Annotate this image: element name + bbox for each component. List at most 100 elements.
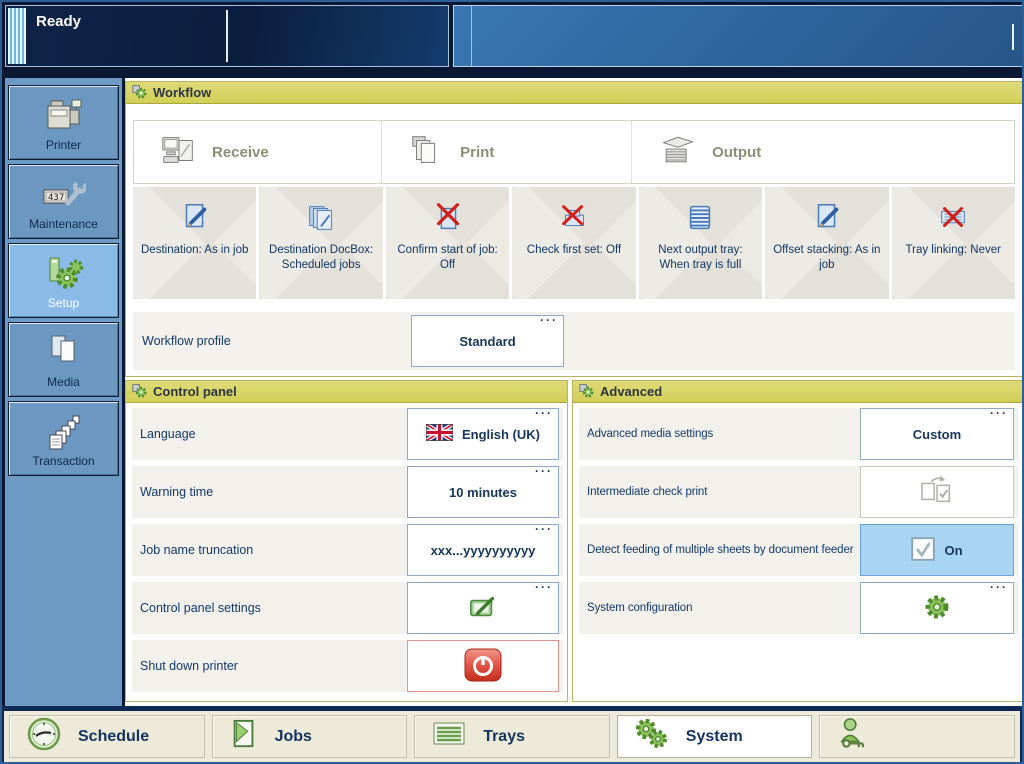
tab-jobs[interactable]: Jobs: [212, 715, 408, 758]
trays-icon: [431, 720, 467, 753]
phase-receive: Receive: [134, 121, 382, 183]
message-panel: [453, 5, 1023, 67]
workflow-setting-label: Destination DocBox: Scheduled jobs: [259, 243, 382, 273]
ellipsis-icon: ···: [535, 522, 553, 536]
status-panel: Ready: [5, 5, 449, 67]
tab-trays[interactable]: Trays: [414, 715, 610, 758]
workflow-setting-check-first-set[interactable]: Check first set: Off: [512, 187, 635, 299]
warning-time-row: Warning time ··· 10 minutes: [132, 466, 563, 518]
warning-time-button[interactable]: ··· 10 minutes: [407, 466, 559, 518]
sidebar-item-setup[interactable]: Setup: [8, 243, 119, 318]
section-gear-icon: [132, 383, 147, 401]
tab-schedule[interactable]: Schedule: [9, 715, 205, 758]
tab-label: Schedule: [78, 728, 149, 746]
system-configuration-button[interactable]: ···: [860, 582, 1014, 634]
system-gears-icon: [634, 718, 670, 755]
activity-stripes-indicator: [8, 8, 26, 64]
workflow-profile-button[interactable]: ··· Standard: [411, 315, 564, 367]
workflow-setting-tray-linking[interactable]: Tray linking: Never: [892, 187, 1015, 299]
advanced-media-settings-button[interactable]: ··· Custom: [860, 408, 1014, 460]
ellipsis-icon: ···: [535, 406, 553, 420]
documents-stack-icon: [303, 201, 339, 237]
workflow-phase-header: Receive Print: [133, 120, 1015, 184]
advanced-media-settings-row: Advanced media settings ··· Custom: [579, 408, 1018, 460]
output-icon: [658, 132, 698, 173]
workflow-setting-label: Check first set: Off: [512, 243, 635, 258]
transaction-sheets-icon: [9, 412, 118, 457]
ellipsis-icon: ···: [535, 464, 553, 478]
sidebar-item-label: Printer: [9, 138, 118, 152]
phase-print: Print: [382, 121, 632, 183]
phase-output: Output: [632, 121, 1014, 183]
tray-crossed-icon: [935, 201, 971, 237]
workflow-setting-label: Tray linking: Never: [892, 243, 1015, 258]
document-edit-icon: [809, 201, 845, 237]
phase-label: Print: [460, 144, 494, 161]
main-content: Workflow: [125, 78, 1023, 706]
sidebar: Printer 437 Maintenance: [5, 78, 122, 706]
language-value: English (UK): [462, 427, 540, 442]
section-title: Control panel: [153, 384, 237, 399]
tab-bar: Schedule Jobs Trays: [2, 706, 1022, 764]
workflow-setting-label: Next output tray: When tray is full: [639, 243, 762, 273]
detect-multiple-sheets-value: On: [944, 543, 962, 558]
detect-multiple-sheets-toggle[interactable]: On: [860, 524, 1014, 576]
workflow-setting-label: Confirm start of job: Off: [386, 243, 509, 273]
printer-setup-screen: Ready Printer: [0, 0, 1024, 764]
counter-wrench-icon: 437: [9, 175, 118, 220]
workflow-section: Workflow: [125, 81, 1023, 377]
workflow-setting-confirm-start[interactable]: Confirm start of job: Off: [386, 187, 509, 299]
job-name-truncation-label: Job name truncation: [132, 543, 253, 557]
sidebar-item-printer[interactable]: Printer: [8, 85, 119, 160]
ellipsis-icon: ···: [990, 580, 1008, 594]
workflow-setting-next-output-tray[interactable]: Next output tray: When tray is full: [639, 187, 762, 299]
control-panel-settings-label: Control panel settings: [132, 601, 261, 615]
media-sheets-icon: [9, 333, 118, 374]
status-panel-divider: [226, 10, 228, 62]
language-button[interactable]: ···: [407, 408, 559, 460]
tab-label: System: [686, 728, 743, 746]
job-name-truncation-button[interactable]: ··· xxx...yyyyyyyyyy: [407, 524, 559, 576]
workflow-profile-row: Workflow profile ··· Standard: [133, 312, 1015, 370]
shut-down-printer-label: Shut down printer: [132, 659, 238, 673]
section-gear-icon: [579, 383, 594, 401]
phase-label: Output: [712, 144, 761, 161]
warning-time-value: 10 minutes: [449, 485, 517, 500]
control-panel-section: Control panel Language ···: [125, 380, 568, 702]
intermediate-check-print-row: Intermediate check print: [579, 466, 1018, 518]
phase-label: Receive: [212, 144, 269, 161]
sidebar-item-media[interactable]: Media: [8, 322, 119, 397]
shut-down-printer-button[interactable]: [407, 640, 559, 692]
tab-login[interactable]: [819, 715, 1015, 758]
language-row: Language ···: [132, 408, 563, 460]
ellipsis-icon: ···: [990, 406, 1008, 420]
tab-bar-inner: Schedule Jobs Trays: [4, 711, 1020, 762]
receive-icon: [160, 132, 198, 173]
clock-icon: [26, 716, 62, 757]
intermediate-check-print-button[interactable]: [860, 466, 1014, 518]
jobs-document-icon: [229, 718, 259, 755]
workflow-profile-label: Workflow profile: [133, 334, 231, 348]
print-icon: [408, 132, 446, 173]
printer-icon: [9, 96, 118, 141]
workflow-settings-row: Destination: As in job Destination DocBo…: [133, 187, 1015, 299]
sidebar-item-maintenance[interactable]: 437 Maintenance: [8, 164, 119, 239]
detect-multiple-sheets-row: Detect feeding of multiple sheets by doc…: [579, 524, 1018, 576]
workflow-setting-destination[interactable]: Destination: As in job: [133, 187, 256, 299]
job-name-truncation-row: Job name truncation ··· xxx...yyyyyyyyyy: [132, 524, 563, 576]
workflow-setting-destination-docbox[interactable]: Destination DocBox: Scheduled jobs: [259, 187, 382, 299]
workflow-setting-label: Destination: As in job: [133, 243, 256, 258]
power-icon: [463, 648, 503, 685]
sidebar-item-label: Setup: [9, 296, 118, 310]
advanced-section: Advanced Advanced media settings ··· Cus…: [572, 380, 1023, 702]
section-title: Advanced: [600, 384, 662, 399]
control-panel-settings-button[interactable]: ···: [407, 582, 559, 634]
tab-system[interactable]: System: [617, 715, 813, 758]
workflow-setting-offset-stacking[interactable]: Offset stacking: As in job: [765, 187, 888, 299]
workflow-section-header: Workflow: [126, 82, 1022, 104]
intermediate-check-print-label: Intermediate check print: [579, 486, 707, 498]
checkbox-checked-icon: [911, 537, 935, 564]
sidebar-item-transaction[interactable]: Transaction: [8, 401, 119, 476]
edit-screen-icon: [466, 592, 500, 625]
check-print-icon: [918, 475, 956, 510]
